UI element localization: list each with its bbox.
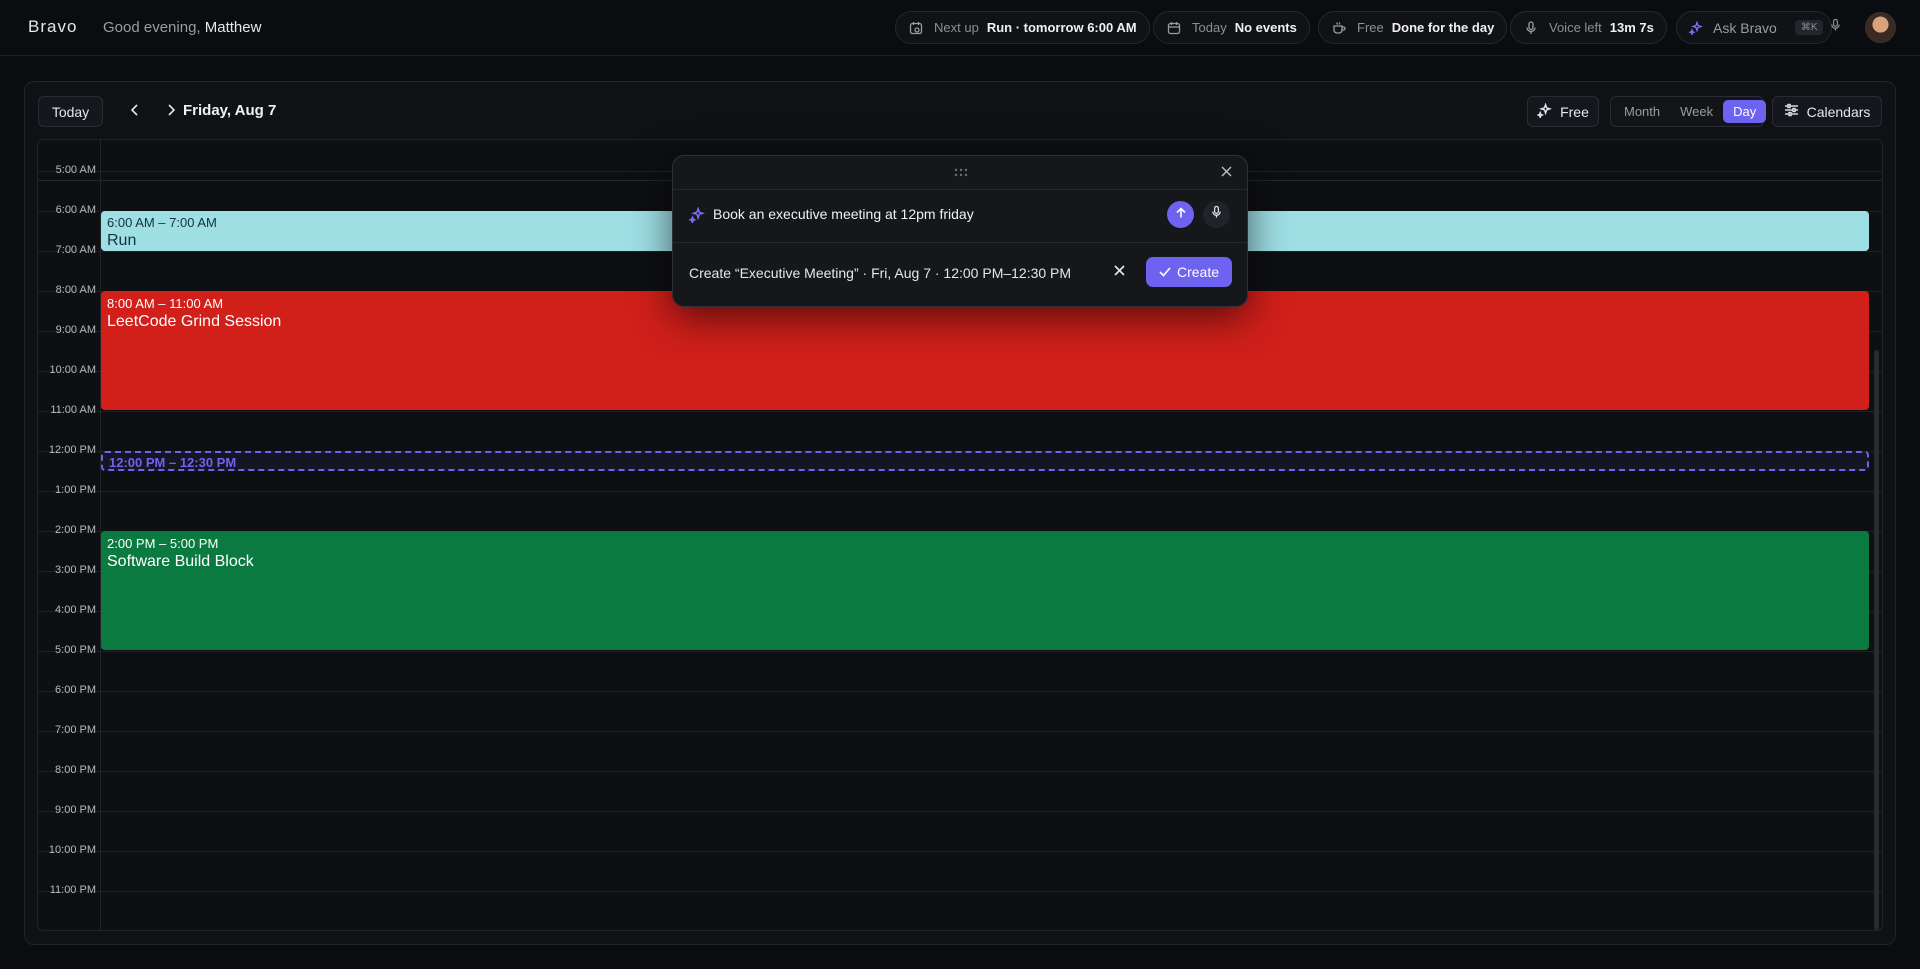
avatar[interactable] — [1865, 12, 1896, 43]
pending-event-time: 12:00 PM – 12:30 PM — [109, 455, 237, 470]
app-logo[interactable]: Bravo — [28, 17, 77, 37]
hour-line — [38, 771, 1882, 772]
scrollbar[interactable] — [1874, 350, 1879, 930]
ask-input[interactable] — [713, 206, 1133, 222]
hour-line — [38, 411, 1882, 412]
coffee-icon — [1331, 20, 1347, 36]
header-mic-button[interactable] — [1822, 11, 1848, 44]
arrow-up-icon — [1175, 206, 1187, 224]
calendar-clock-icon — [908, 20, 924, 36]
hour-line — [38, 491, 1882, 492]
hour-label: 11:00 PM — [49, 884, 96, 896]
drag-handle-icon[interactable] — [953, 166, 969, 178]
hour-line — [38, 891, 1882, 892]
ask-bravo-dialog: Create “Executive Meeting” · Fri, Aug 7 … — [672, 155, 1248, 307]
free-value: Done for the day — [1391, 20, 1495, 35]
create-event-button[interactable]: Create — [1146, 257, 1232, 287]
calendars-label: Calendars — [1806, 103, 1871, 120]
sparkle-icon — [688, 206, 706, 228]
hour-label: 5:00 PM — [55, 644, 96, 656]
tab-day[interactable]: Day — [1723, 100, 1767, 123]
dismiss-suggestion-button[interactable] — [1110, 263, 1128, 281]
hour-label: 7:00 PM — [55, 724, 96, 736]
sparkle-icon — [1689, 20, 1703, 36]
hour-label: 9:00 PM — [55, 804, 96, 816]
next-up-pill[interactable]: Next up Run · tomorrow 6:00 AM — [895, 11, 1150, 44]
hour-line — [38, 731, 1882, 732]
voice-left-pill[interactable]: Voice left 13m 7s — [1510, 11, 1667, 44]
microphone-icon — [1210, 205, 1223, 224]
view-switcher: Month Week Day — [1610, 96, 1767, 127]
previous-day-button[interactable] — [123, 100, 147, 124]
hour-label: 7:00 AM — [55, 244, 96, 256]
greeting: Good evening, Matthew — [103, 19, 261, 36]
calendars-button[interactable]: Calendars — [1772, 96, 1882, 127]
dialog-divider — [673, 242, 1247, 243]
next-day-button[interactable] — [159, 100, 183, 124]
hour-line — [38, 691, 1882, 692]
today-button[interactable]: Today — [38, 96, 103, 127]
hour-line — [38, 651, 1882, 652]
hour-label: 3:00 PM — [55, 564, 96, 576]
free-label: Free — [1357, 20, 1384, 35]
top-bar: Bravo Good evening, Matthew Next up Run … — [0, 0, 1920, 56]
hour-label: 6:00 AM — [55, 204, 96, 216]
voice-left-label: Voice left — [1549, 20, 1602, 35]
hour-label: 6:00 PM — [55, 684, 96, 696]
hour-label: 8:00 PM — [55, 764, 96, 776]
event-pending-preview[interactable]: 12:00 PM – 12:30 PM — [101, 451, 1869, 471]
today-pill[interactable]: Today No events — [1153, 11, 1310, 44]
ask-bravo-shortcut: ⌘K — [1794, 20, 1824, 35]
today-label: Today — [1192, 20, 1227, 35]
event-title: Software Build Block — [107, 553, 254, 570]
greeting-prefix: Good evening, — [103, 19, 201, 36]
hour-label: 5:00 AM — [55, 164, 96, 176]
current-date-title: Friday, Aug 7 — [183, 102, 277, 119]
event-leetcode[interactable]: 8:00 AM – 11:00 AM LeetCode Grind Sessio… — [101, 291, 1869, 410]
hour-label: 10:00 AM — [49, 364, 96, 376]
hour-label: 11:00 AM — [50, 404, 96, 416]
chevron-right-icon — [166, 103, 176, 121]
hour-label: 4:00 PM — [55, 604, 96, 616]
hour-label: 12:00 PM — [48, 444, 96, 456]
ask-bravo-button[interactable]: Ask Bravo ⌘K — [1676, 11, 1832, 44]
hour-label: 9:00 AM — [55, 324, 96, 336]
hour-label: 2:00 PM — [55, 524, 96, 536]
dialog-divider — [673, 189, 1247, 190]
sparkle-icon — [1536, 101, 1553, 121]
calendar-icon — [1166, 20, 1182, 36]
check-icon — [1159, 264, 1171, 280]
next-up-label: Next up — [934, 20, 979, 35]
voice-left-value: 13m 7s — [1609, 20, 1654, 35]
event-title: LeetCode Grind Session — [107, 313, 282, 330]
event-time: 2:00 PM – 5:00 PM — [107, 536, 219, 551]
create-label: Create — [1176, 264, 1220, 280]
next-up-value: Run · tomorrow 6:00 AM — [986, 20, 1137, 35]
hour-label: 1:00 PM — [55, 484, 96, 496]
free-time-label: Free — [1560, 103, 1589, 120]
send-button[interactable] — [1167, 201, 1194, 228]
event-software-build[interactable]: 2:00 PM – 5:00 PM Software Build Block — [101, 531, 1869, 650]
microphone-icon — [1829, 18, 1842, 37]
close-icon — [1220, 164, 1232, 182]
sliders-icon — [1784, 103, 1799, 120]
ask-bravo-label: Ask Bravo — [1713, 19, 1777, 36]
hour-label: 8:00 AM — [55, 284, 96, 296]
close-dialog-button[interactable] — [1217, 164, 1235, 182]
free-time-button[interactable]: Free — [1527, 96, 1599, 127]
hour-line — [38, 811, 1882, 812]
hour-label: 10:00 PM — [48, 844, 96, 856]
close-icon — [1113, 263, 1125, 281]
voice-input-button[interactable] — [1203, 201, 1230, 228]
user-name: Matthew — [204, 19, 262, 36]
tab-month[interactable]: Month — [1614, 100, 1670, 123]
event-suggestion: Create “Executive Meeting” · Fri, Aug 7 … — [689, 265, 1072, 281]
microphone-icon — [1523, 20, 1539, 36]
chevron-left-icon — [130, 103, 140, 121]
tab-week[interactable]: Week — [1670, 100, 1723, 123]
free-pill[interactable]: Free Done for the day — [1318, 11, 1508, 44]
today-value: No events — [1234, 20, 1297, 35]
hour-line — [38, 851, 1882, 852]
